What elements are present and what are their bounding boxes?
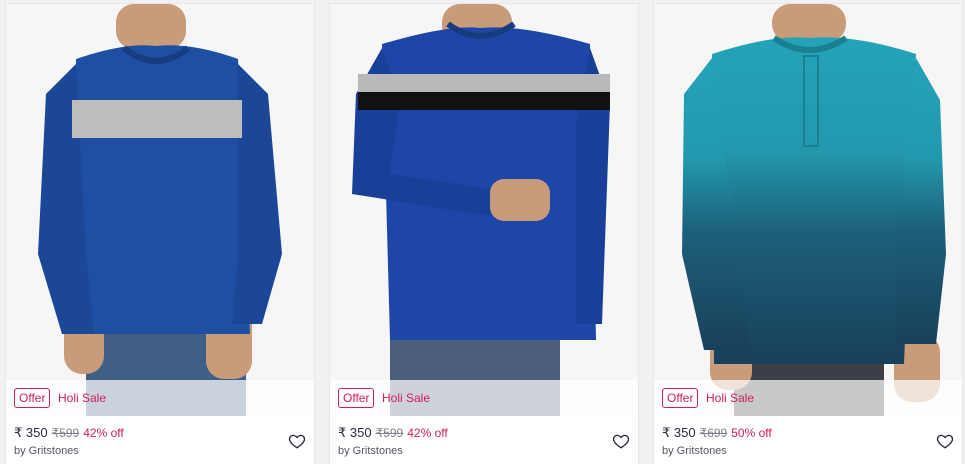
offer-tag-bar: Offer Holi Sale — [330, 380, 638, 416]
product-image[interactable]: Offer Holi Sale — [654, 4, 962, 416]
brand-name: by Gritstones — [338, 445, 403, 457]
offer-tag-bar: Offer Holi Sale — [654, 380, 962, 416]
model-tshirt-image — [6, 4, 314, 416]
sale-label: Holi Sale — [706, 391, 755, 405]
product-card[interactable]: Offer Holi Sale ₹ 350 ₹599 42% off by Grit… — [330, 4, 638, 464]
model-tshirt-image — [330, 4, 638, 416]
brand-name: by Gritstones — [662, 445, 727, 457]
price-line: ₹ 350 ₹599 42% off — [14, 425, 124, 441]
price-line: ₹ 350 ₹599 42% off — [338, 425, 448, 441]
product-grid: Offer Holi Sale ₹ 350 ₹599 42% off by Grit… — [0, 0, 965, 464]
wishlist-heart-icon[interactable] — [612, 432, 630, 450]
model-tshirt-image — [654, 4, 962, 416]
brand-name: by Gritstones — [14, 445, 79, 457]
offer-badge: Offer — [338, 388, 375, 408]
discount: 42% off — [407, 426, 448, 440]
product-card[interactable]: Offer Holi Sale ₹ 350 ₹599 42% off by Grit… — [6, 4, 314, 464]
wishlist-heart-icon[interactable] — [288, 432, 306, 450]
product-info: ₹ 350 ₹599 42% off by Gritstones — [6, 416, 314, 464]
product-image[interactable]: Offer Holi Sale — [6, 4, 314, 416]
sale-label: Holi Sale — [382, 391, 431, 405]
sale-label: Holi Sale — [58, 391, 107, 405]
wishlist-heart-icon[interactable] — [936, 432, 954, 450]
price-line: ₹ 350 ₹699 50% off — [662, 425, 772, 441]
offer-badge: Offer — [14, 388, 51, 408]
discount: 50% off — [731, 426, 772, 440]
product-info: ₹ 350 ₹699 50% off by Gritstones — [654, 416, 962, 464]
mrp: ₹599 — [51, 426, 80, 440]
product-card[interactable]: Offer Holi Sale ₹ 350 ₹699 50% off by Grit… — [654, 4, 962, 464]
price: ₹ 350 — [14, 425, 48, 440]
offer-badge: Offer — [662, 388, 699, 408]
product-image[interactable]: Offer Holi Sale — [330, 4, 638, 416]
price: ₹ 350 — [662, 425, 696, 440]
mrp: ₹599 — [375, 426, 404, 440]
offer-tag-bar: Offer Holi Sale — [6, 380, 314, 416]
discount: 42% off — [83, 426, 124, 440]
product-info: ₹ 350 ₹599 42% off by Gritstones — [330, 416, 638, 464]
price: ₹ 350 — [338, 425, 372, 440]
mrp: ₹699 — [699, 426, 728, 440]
